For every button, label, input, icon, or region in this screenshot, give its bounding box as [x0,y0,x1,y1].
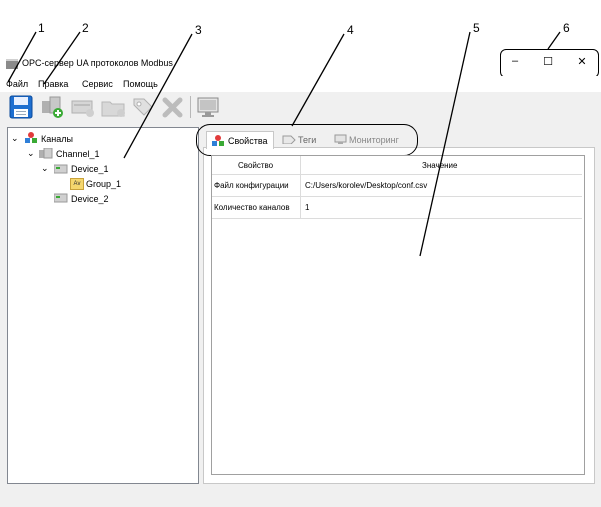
callout-line-1 [7,31,37,83]
callout-6: 6 [563,21,570,35]
callout-5: 5 [473,21,480,35]
callout-line-4 [291,33,345,127]
callout-2: 2 [82,21,89,35]
callout-1: 1 [38,21,45,35]
callout-line-5 [419,31,471,257]
callout-4: 4 [347,23,354,37]
callout-line-6 [547,31,561,50]
callout-line-2 [43,31,81,85]
callout-lines [7,31,561,257]
callout-line-3 [123,33,193,159]
callout-3: 3 [195,23,202,37]
